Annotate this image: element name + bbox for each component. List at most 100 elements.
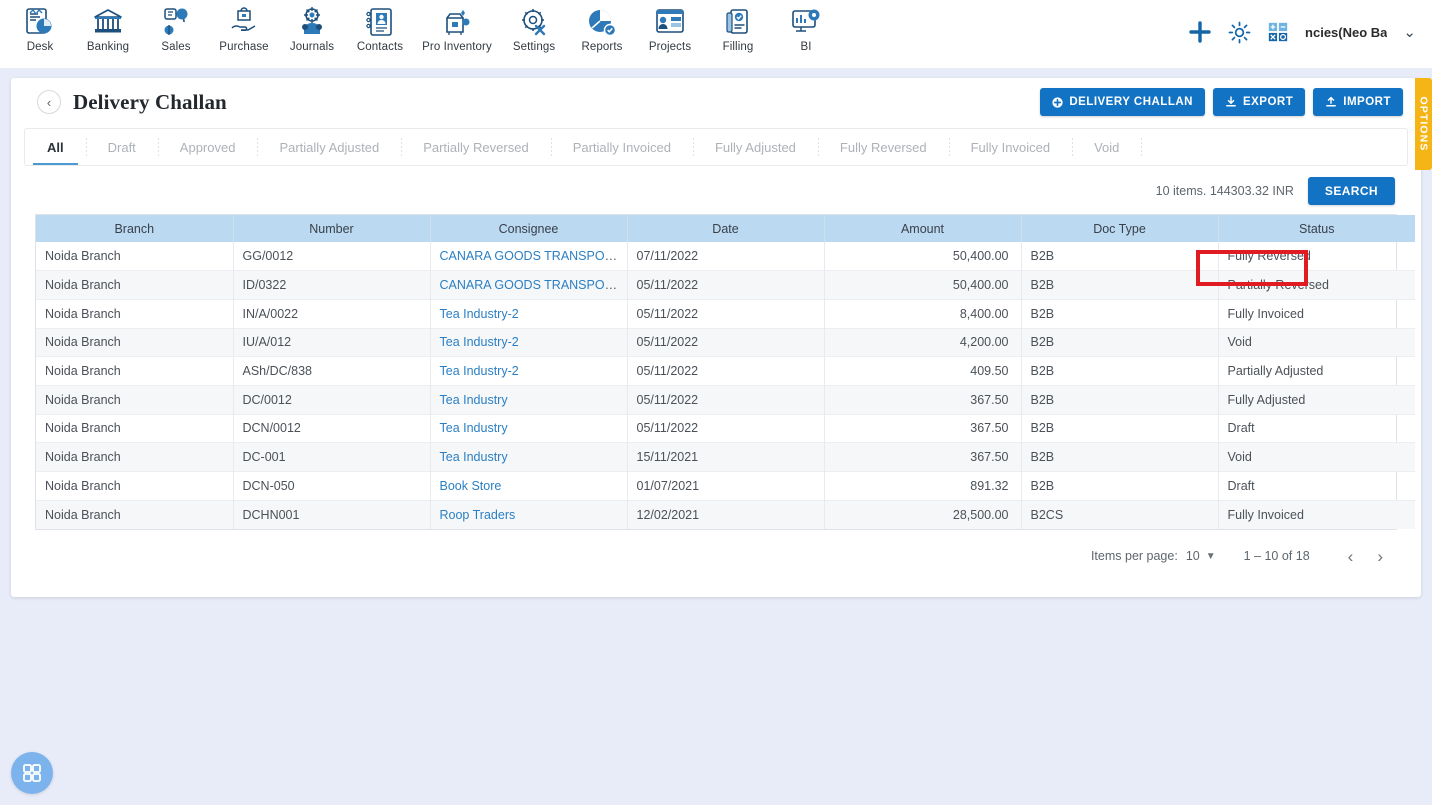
table-row[interactable]: Noida Branch IU/A/012 Tea Industry-2 05/… bbox=[36, 327, 1415, 357]
tab-draft[interactable]: Draft bbox=[85, 129, 158, 165]
apps-launcher-button[interactable] bbox=[11, 752, 53, 794]
cell-doc-type: B2B bbox=[1021, 356, 1219, 386]
nav-item-desk[interactable]: Desk bbox=[6, 0, 74, 64]
grid-apps-icon bbox=[23, 764, 41, 782]
consignee-link[interactable]: Tea Industry bbox=[440, 393, 508, 407]
tab-fully-invoiced[interactable]: Fully Invoiced bbox=[948, 129, 1072, 165]
calculator-icon[interactable] bbox=[1267, 21, 1289, 43]
cell-doc-type: B2B bbox=[1021, 413, 1219, 443]
inventory-icon bbox=[446, 10, 470, 35]
gear-icon[interactable] bbox=[1228, 21, 1251, 44]
consignee-link[interactable]: CANARA GOODS TRANSPORT bbox=[440, 249, 622, 263]
consignee-link[interactable]: CANARA GOODS TRANSPORT bbox=[440, 278, 622, 292]
cell-consignee: CANARA GOODS TRANSPORT bbox=[430, 270, 628, 300]
plus-icon[interactable] bbox=[1188, 20, 1212, 44]
nav-item-reports[interactable]: Reports bbox=[568, 0, 636, 64]
options-side-tab[interactable]: OPTIONS bbox=[1415, 78, 1432, 170]
cell-status: Fully Reversed bbox=[1227, 249, 1311, 264]
nav-label: Contacts bbox=[356, 41, 404, 53]
column-header-status[interactable]: Status bbox=[1218, 215, 1415, 242]
consignee-link[interactable]: Tea Industry-2 bbox=[440, 364, 519, 378]
top-navigation-bar: Desk Banking Sales Purchase Journals Con… bbox=[0, 0, 1432, 68]
cell-doc-type: B2B bbox=[1021, 298, 1219, 329]
nav-item-filling[interactable]: Filling bbox=[704, 0, 772, 64]
create-button-label: DELIVERY CHALLAN bbox=[1069, 96, 1193, 108]
nav-item-contacts[interactable]: Contacts bbox=[346, 0, 414, 64]
cell-consignee: Tea Industry-2 bbox=[430, 298, 628, 329]
table-row[interactable]: Noida Branch DCN/0012 Tea Industry 05/11… bbox=[36, 413, 1415, 443]
cell-status: Void bbox=[1218, 442, 1415, 472]
next-page-button[interactable]: › bbox=[1365, 548, 1395, 565]
table-row[interactable]: Noida Branch ID/0322 CANARA GOODS TRANSP… bbox=[36, 270, 1415, 300]
cell-date: 15/11/2021 bbox=[627, 442, 825, 472]
table-row[interactable]: Noida Branch DCHN001 Roop Traders 12/02/… bbox=[36, 499, 1415, 529]
consignee-link[interactable]: Book Store bbox=[440, 479, 502, 493]
page-size-value[interactable]: 10 bbox=[1186, 549, 1200, 563]
table-header-row: Branch Number Consignee Date Amount Doc … bbox=[36, 215, 1415, 242]
cell-date: 05/11/2022 bbox=[627, 327, 825, 357]
create-delivery-challan-button[interactable]: DELIVERY CHALLAN bbox=[1040, 88, 1205, 116]
import-button[interactable]: IMPORT bbox=[1313, 88, 1403, 116]
cell-branch: Noida Branch bbox=[36, 242, 234, 271]
back-button[interactable]: ‹ bbox=[37, 90, 61, 114]
cell-consignee: Book Store bbox=[430, 471, 628, 501]
chevron-down-icon[interactable]: ⌄ bbox=[1403, 23, 1416, 41]
plus-circle-icon bbox=[1052, 96, 1063, 108]
table-row[interactable]: Noida Branch ASh/DC/838 Tea Industry-2 0… bbox=[36, 356, 1415, 386]
desk-icon bbox=[26, 8, 52, 34]
table-row[interactable]: Noida Branch GG/0012 CANARA GOODS TRANSP… bbox=[36, 242, 1415, 271]
nav-item-purchase[interactable]: Purchase bbox=[210, 0, 278, 64]
nav-item-settings[interactable]: Settings bbox=[500, 0, 568, 64]
search-button[interactable]: SEARCH bbox=[1307, 177, 1395, 205]
consignee-link[interactable]: Tea Industry-2 bbox=[440, 335, 519, 349]
table-row[interactable]: Noida Branch DC-001 Tea Industry 15/11/2… bbox=[36, 442, 1415, 472]
cell-doc-type: B2B bbox=[1021, 327, 1219, 357]
chevron-down-icon[interactable]: ▼ bbox=[1206, 551, 1216, 562]
company-selector-label[interactable]: ncies(Neo Ba bbox=[1305, 25, 1387, 40]
table-row[interactable]: Noida Branch DC/0012 Tea Industry 05/11/… bbox=[36, 384, 1415, 415]
cell-status: Draft bbox=[1218, 413, 1415, 443]
nav-item-sales[interactable]: Sales bbox=[142, 0, 210, 64]
cell-doc-type: B2B bbox=[1021, 242, 1219, 271]
nav-item-bi[interactable]: BI bbox=[772, 0, 840, 64]
consignee-link[interactable]: Tea Industry bbox=[440, 421, 508, 435]
table-row[interactable]: Noida Branch IN/A/0022 Tea Industry-2 05… bbox=[36, 298, 1415, 329]
consignee-link[interactable]: Roop Traders bbox=[440, 508, 516, 522]
cell-branch: Noida Branch bbox=[36, 327, 234, 357]
cell-number: DCHN001 bbox=[233, 499, 431, 529]
consignee-link[interactable]: Tea Industry bbox=[440, 450, 508, 464]
delivery-challan-table: Branch Number Consignee Date Amount Doc … bbox=[35, 214, 1415, 530]
tab-void[interactable]: Void bbox=[1072, 129, 1141, 165]
page-title: Delivery Challan bbox=[73, 89, 227, 114]
column-header-amount[interactable]: Amount bbox=[824, 215, 1022, 242]
reports-icon bbox=[589, 10, 617, 37]
cell-number: ASh/DC/838 bbox=[233, 356, 431, 386]
nav-item-banking[interactable]: Banking bbox=[74, 0, 142, 64]
nav-item-pro-inventory[interactable]: Pro Inventory bbox=[414, 0, 500, 64]
table-row[interactable]: Noida Branch DCN-050 Book Store 01/07/20… bbox=[36, 471, 1415, 501]
cell-doc-type: B2B bbox=[1021, 471, 1219, 501]
nav-item-projects[interactable]: Projects bbox=[636, 0, 704, 64]
tab-fully-adjusted[interactable]: Fully Adjusted bbox=[692, 129, 818, 165]
column-header-consignee[interactable]: Consignee bbox=[430, 215, 628, 242]
tab-partially-adjusted[interactable]: Partially Adjusted bbox=[257, 129, 401, 165]
column-header-branch[interactable]: Branch bbox=[36, 215, 234, 242]
tab-partially-reversed[interactable]: Partially Reversed bbox=[401, 129, 551, 165]
consignee-link[interactable]: Tea Industry-2 bbox=[440, 307, 519, 321]
tab-fully-reversed[interactable]: Fully Reversed bbox=[817, 129, 949, 165]
tab-all[interactable]: All bbox=[25, 129, 86, 165]
cell-consignee: Tea Industry bbox=[430, 442, 628, 472]
column-header-number[interactable]: Number bbox=[233, 215, 431, 242]
export-button[interactable]: EXPORT bbox=[1212, 88, 1306, 116]
upload-icon bbox=[1326, 96, 1337, 107]
tab-approved[interactable]: Approved bbox=[157, 129, 258, 165]
cell-number: IU/A/012 bbox=[233, 327, 431, 357]
projects-icon bbox=[656, 9, 684, 33]
tab-partially-invoiced[interactable]: Partially Invoiced bbox=[550, 129, 693, 165]
cell-date: 05/11/2022 bbox=[627, 356, 825, 386]
nav-item-journals[interactable]: Journals bbox=[278, 0, 346, 64]
tab-label: All bbox=[47, 139, 64, 155]
column-header-date[interactable]: Date bbox=[627, 215, 825, 242]
previous-page-button[interactable]: ‹ bbox=[1336, 548, 1366, 565]
column-header-doc-type[interactable]: Doc Type bbox=[1021, 215, 1219, 242]
